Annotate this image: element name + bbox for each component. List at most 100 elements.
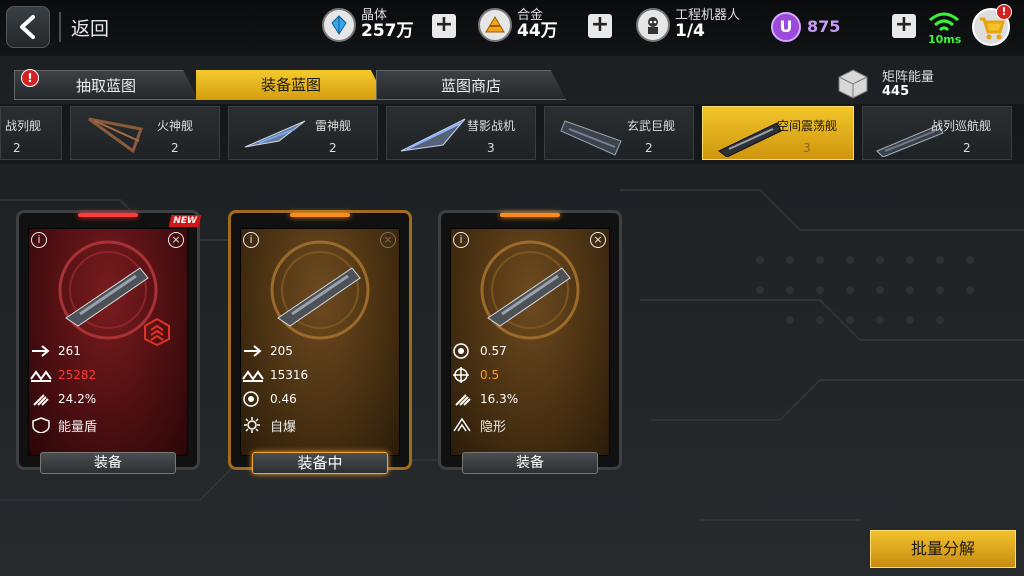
cart-notification-badge: ! bbox=[996, 4, 1012, 20]
ship-item-thor[interactable]: 雷神舰 2 bbox=[228, 106, 378, 160]
ship-name: 玄武巨舰 bbox=[627, 119, 676, 133]
close-icon[interactable]: × bbox=[168, 232, 184, 248]
radar-icon bbox=[453, 343, 469, 359]
ship-count: 2 bbox=[645, 141, 653, 155]
card-indicator-light bbox=[500, 213, 560, 217]
stat-hp: 15316 bbox=[242, 366, 308, 384]
missile-icon bbox=[33, 394, 49, 406]
ship-name: 雷神舰 bbox=[315, 119, 352, 133]
ship-name: 空间震荡舰 bbox=[777, 119, 838, 133]
ship-name: 战列巡航舰 bbox=[931, 119, 992, 133]
ship-image bbox=[88, 117, 144, 154]
ship-item-space-shock[interactable]: 空间震荡舰 3 bbox=[702, 106, 854, 160]
missile-icon bbox=[455, 394, 471, 406]
u-currency-value: 875 bbox=[807, 17, 841, 36]
equip-button[interactable]: 装备 bbox=[40, 452, 176, 474]
ship-image bbox=[560, 120, 622, 156]
tab-notification-badge: ! bbox=[21, 69, 39, 87]
ship-preview bbox=[480, 240, 580, 340]
explode-icon bbox=[244, 417, 260, 433]
stat-value: 261 bbox=[58, 344, 81, 358]
ping-value: 10ms bbox=[928, 33, 962, 46]
ship-name: 战列舰 bbox=[5, 119, 42, 133]
ship-image bbox=[718, 122, 782, 157]
stat-value: 0.57 bbox=[480, 344, 507, 358]
ship-name: 彗影战机 bbox=[467, 119, 516, 133]
stat-radar: 0.57 bbox=[452, 342, 507, 360]
stat-accuracy: 0.5 bbox=[452, 366, 499, 384]
stat-value: 16.3% bbox=[480, 392, 519, 406]
tab-equip-blueprint[interactable]: 装备蓝图 bbox=[196, 70, 386, 100]
tab-blueprint-shop[interactable]: 蓝图商店 bbox=[376, 70, 566, 100]
bulk-decompose-button[interactable]: 批量分解 bbox=[870, 530, 1016, 568]
ship-count: 2 bbox=[171, 141, 179, 155]
alloy-icon bbox=[478, 8, 512, 42]
ability-label: 自爆 bbox=[270, 419, 297, 435]
close-icon[interactable]: × bbox=[590, 232, 606, 248]
robot-icon bbox=[636, 8, 670, 42]
u-currency-icon: U bbox=[771, 12, 801, 42]
resource-value: 257万 bbox=[361, 20, 414, 41]
new-badge: NEW bbox=[168, 215, 201, 227]
stat-value: 205 bbox=[270, 344, 293, 358]
resource-alloy: 合金 44万 bbox=[478, 8, 558, 42]
matrix-energy-value: 445 bbox=[882, 84, 910, 99]
matrix-energy-icon bbox=[838, 69, 868, 99]
equip-button[interactable]: 装备 bbox=[462, 452, 598, 474]
ship-item-vulcan[interactable]: 火神舰 2 bbox=[70, 106, 220, 160]
stat-speed: 205 bbox=[242, 342, 293, 360]
ship-count: 3 bbox=[803, 141, 811, 155]
resource-value: 1/4 bbox=[675, 20, 705, 41]
ability: 能量盾 bbox=[30, 416, 98, 435]
ship-count: 2 bbox=[963, 141, 971, 155]
ability-label: 能量盾 bbox=[58, 419, 98, 435]
equipped-button[interactable]: 装备中 bbox=[252, 452, 388, 474]
hp-icon bbox=[242, 370, 264, 382]
crosshair-icon bbox=[453, 367, 469, 383]
ability-label: 隐形 bbox=[480, 419, 507, 435]
info-icon[interactable]: i bbox=[31, 232, 47, 248]
shield-icon bbox=[32, 417, 50, 433]
ship-image bbox=[244, 120, 306, 148]
resource-robot: 工程机器人 1/4 bbox=[636, 8, 740, 42]
ship-image bbox=[400, 118, 466, 152]
back-label[interactable]: 返回 bbox=[71, 14, 109, 41]
ship-preview bbox=[270, 240, 370, 340]
add-crystal-button[interactable]: + bbox=[432, 14, 456, 38]
chevron-left-icon bbox=[20, 15, 35, 39]
matrix-energy-label: 矩阵能量 bbox=[882, 70, 935, 85]
back-button[interactable] bbox=[6, 6, 50, 48]
add-alloy-button[interactable]: + bbox=[588, 14, 612, 38]
stat-value: 0.46 bbox=[270, 392, 297, 406]
info-icon[interactable]: i bbox=[243, 232, 259, 248]
stealth-icon bbox=[453, 417, 471, 432]
blueprint-card[interactable]: i × 0.57 0.5 16.3% 隐形 装备 bbox=[438, 210, 622, 474]
stat-value: 0.5 bbox=[480, 368, 500, 382]
divider bbox=[59, 12, 61, 42]
crystal-icon bbox=[322, 8, 356, 42]
top-bar: 返回 晶体 257万 + 合金 44万 + 工程机器人 1/4 U 875 + bbox=[0, 0, 1024, 56]
add-u-currency-button[interactable]: + bbox=[892, 14, 916, 38]
ship-item-xuanwu-giant[interactable]: 玄武巨舰 2 bbox=[544, 106, 694, 160]
ship-item-battle-cruiser[interactable]: 战列巡航舰 2 bbox=[862, 106, 1012, 160]
ability: 隐形 bbox=[452, 416, 507, 435]
ship-item-comet-fighter[interactable]: 彗影战机 3 bbox=[386, 106, 536, 160]
rank-chevron-icon bbox=[144, 318, 170, 346]
resource-value: 44万 bbox=[517, 20, 558, 41]
radar-icon bbox=[243, 391, 259, 407]
card-indicator-light bbox=[78, 213, 138, 217]
stat-hp: 25282 bbox=[30, 366, 96, 384]
speed-icon bbox=[244, 345, 262, 357]
ship-count: 2 bbox=[13, 141, 21, 155]
blueprint-card[interactable]: i × 205 15316 0.46 自爆 装备中 bbox=[228, 210, 412, 474]
stat-missile: 24.2% bbox=[30, 390, 96, 408]
info-icon[interactable]: i bbox=[453, 232, 469, 248]
card-indicator-light bbox=[290, 213, 350, 217]
blueprint-card[interactable]: NEW i × 261 25282 24.2% 能量盾 装备 bbox=[16, 210, 201, 474]
ship-count: 2 bbox=[329, 141, 337, 155]
tab-draw-blueprint[interactable]: 抽取蓝图 bbox=[14, 70, 198, 100]
ship-count: 3 bbox=[487, 141, 495, 155]
stat-value: 25282 bbox=[58, 368, 97, 382]
hp-icon bbox=[30, 370, 52, 382]
ship-item-battleship[interactable]: 战列舰 2 bbox=[0, 106, 62, 160]
